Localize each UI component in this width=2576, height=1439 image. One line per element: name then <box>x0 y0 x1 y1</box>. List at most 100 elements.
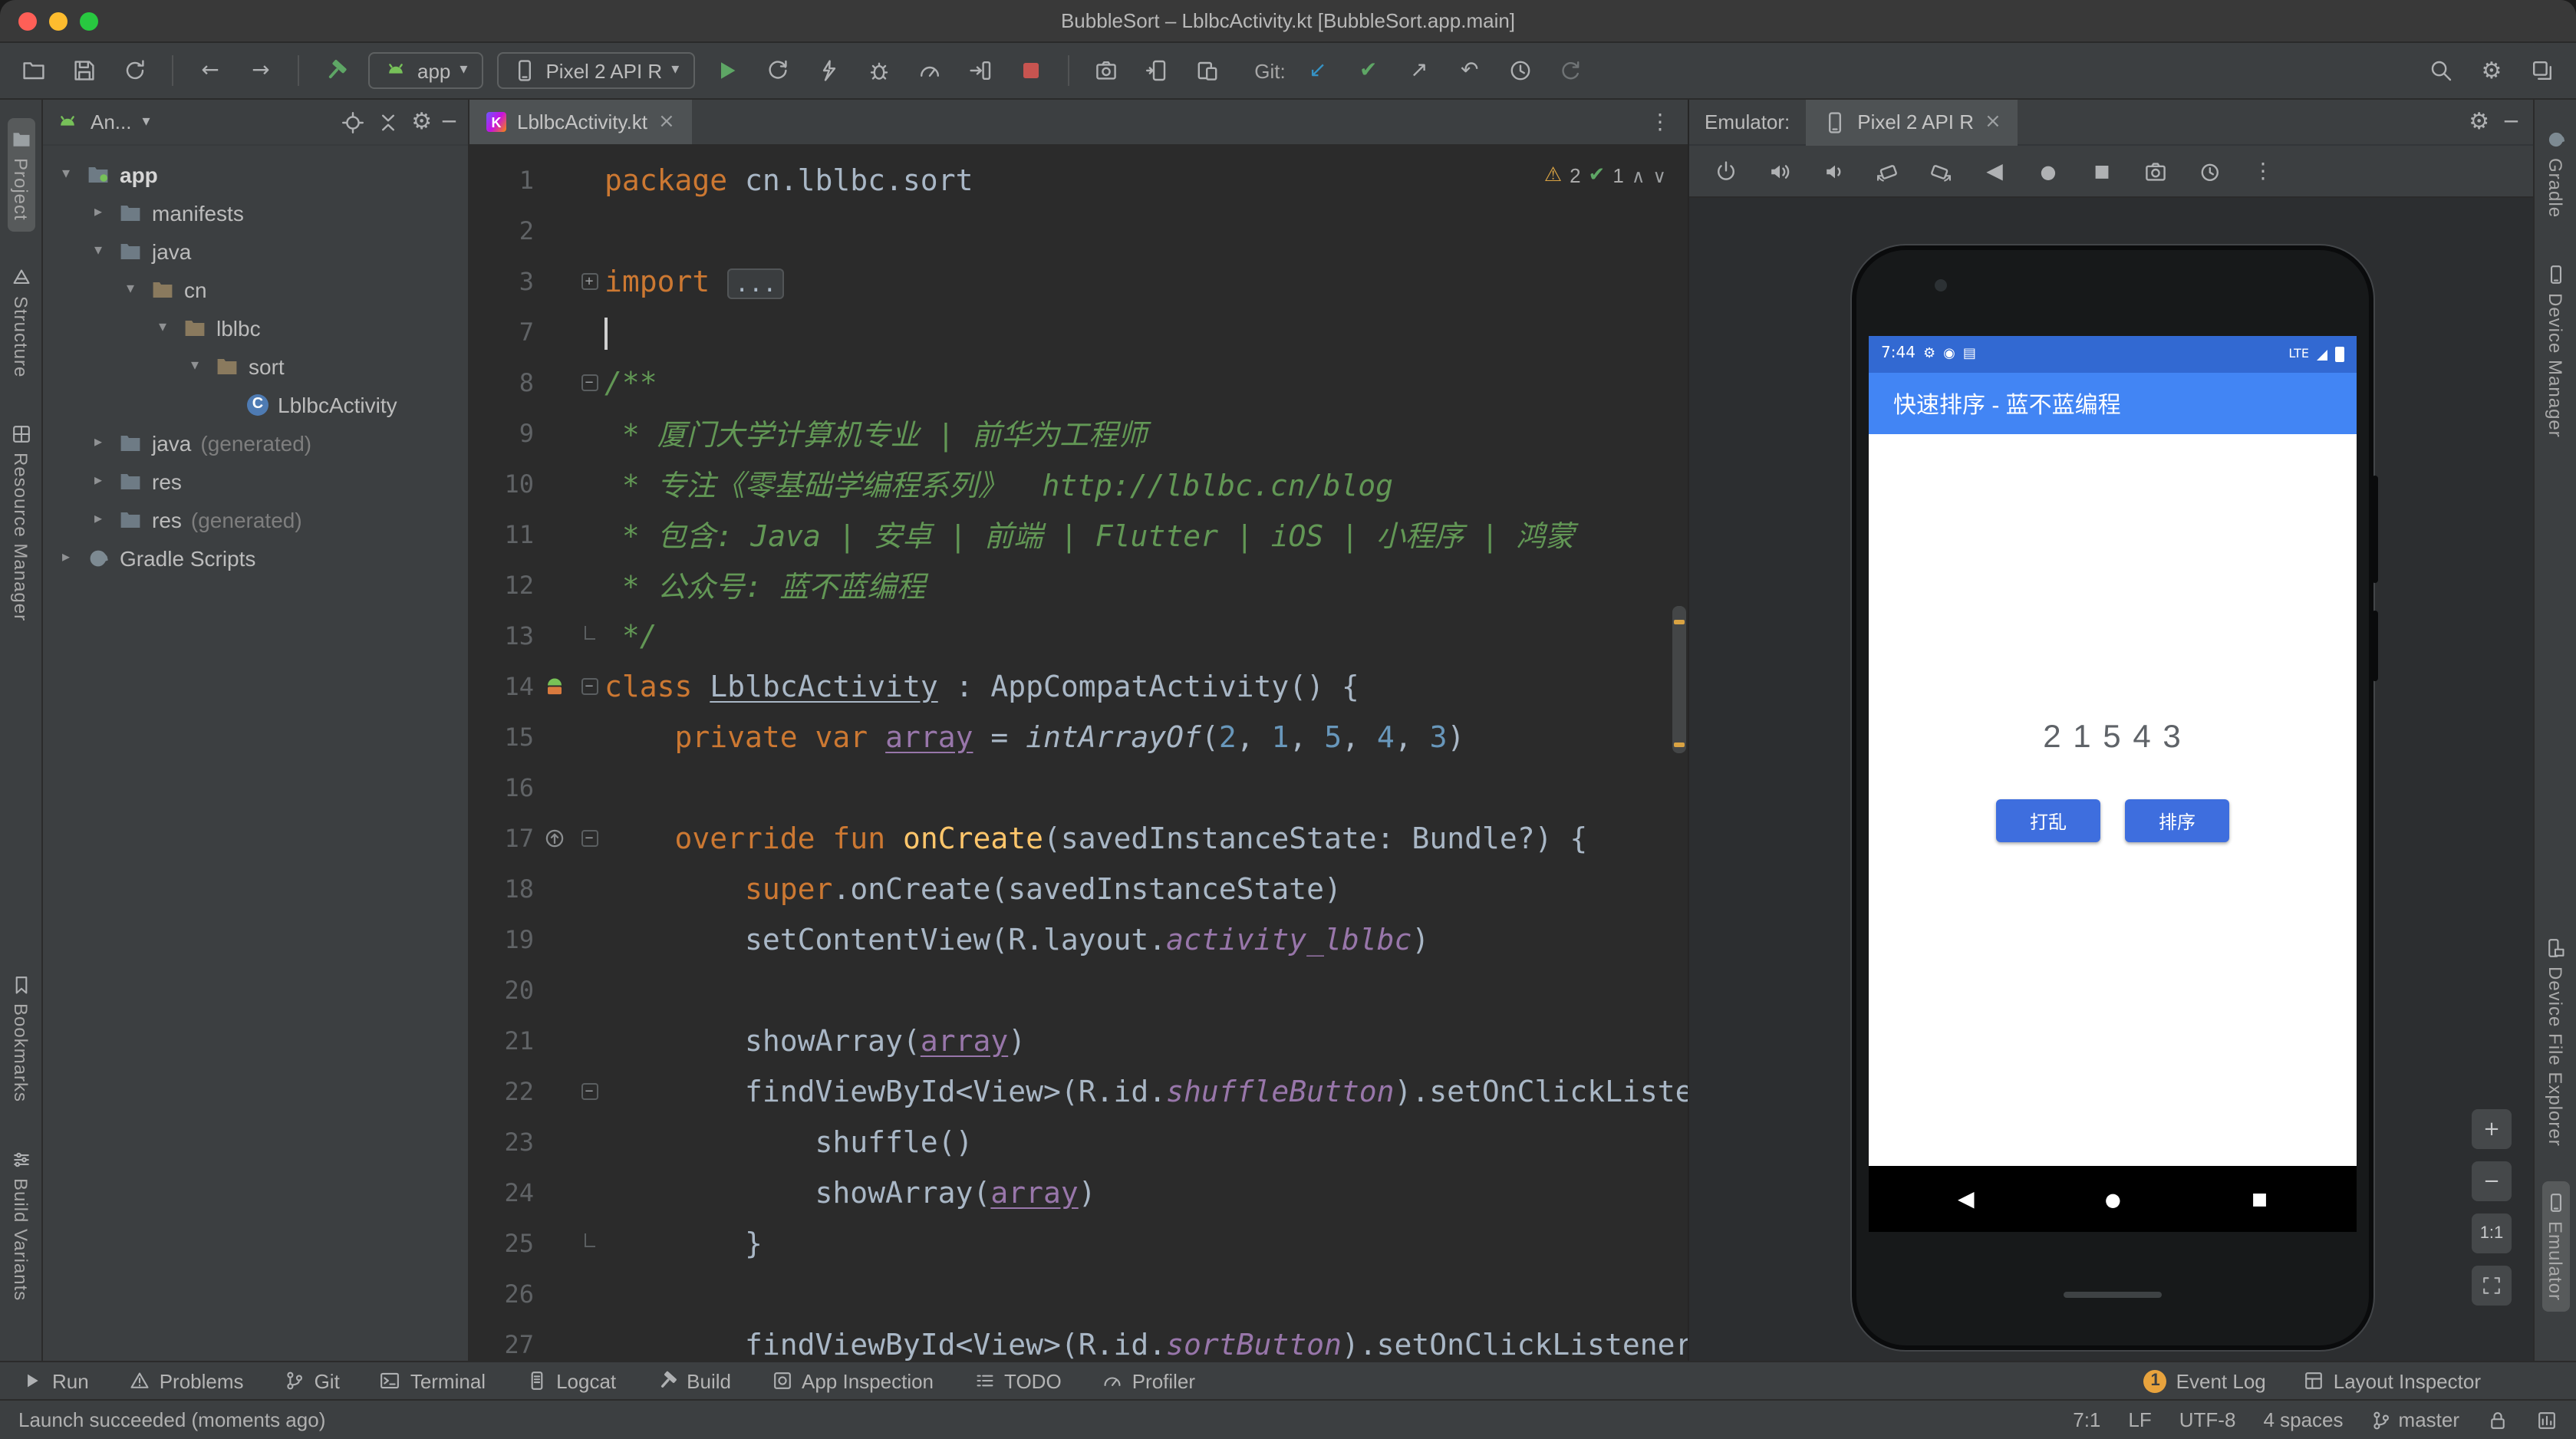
line-number[interactable]: 23 <box>469 1128 534 1157</box>
toolwindow-button-terminal[interactable]: Terminal <box>380 1369 486 1392</box>
nav-home-icon[interactable]: ● <box>2105 1190 2121 1208</box>
emulator-tab-pixel2[interactable]: Pixel 2 API R × <box>1805 100 2018 145</box>
code-line[interactable]: 22 − findViewById<View>(R.id.shuffleButto… <box>469 1066 1688 1117</box>
nav-overview-button[interactable]: ■ <box>2085 154 2119 188</box>
locate-file-icon[interactable] <box>341 110 365 134</box>
zoom-out-button[interactable]: − <box>2472 1161 2512 1201</box>
fold-collapse-icon[interactable]: − <box>581 678 598 695</box>
tree-item-cn[interactable]: ▾ cn <box>43 270 468 308</box>
gear-icon[interactable]: ⚙ <box>411 110 432 133</box>
code-line[interactable]: 1 package cn.lblbc.sort <box>469 155 1688 206</box>
git-commit-button[interactable]: ✔ <box>1350 52 1387 89</box>
chevron-down-icon[interactable]: ▾ <box>152 319 173 336</box>
line-number[interactable]: 12 <box>469 571 534 600</box>
power-button[interactable] <box>1709 154 1743 188</box>
tab-options-icon[interactable]: ⋮ <box>1649 111 1671 133</box>
line-number[interactable]: 15 <box>469 723 534 752</box>
line-number[interactable]: 22 <box>469 1077 534 1106</box>
git-branch-widget[interactable]: master <box>2371 1408 2459 1431</box>
fold-marker[interactable]: − <box>574 830 604 847</box>
line-number[interactable]: 13 <box>469 621 534 650</box>
collapse-all-icon[interactable] <box>376 110 400 134</box>
toolwindow-button-app-inspection[interactable]: App Inspection <box>771 1369 934 1392</box>
warning-stripe-mark[interactable] <box>1674 743 1685 747</box>
minimize-window-button[interactable] <box>49 12 68 31</box>
fold-marker[interactable]: − <box>574 1083 604 1100</box>
sync-button[interactable] <box>117 52 153 89</box>
apply-code-button[interactable] <box>809 52 846 89</box>
warning-stripe-mark[interactable] <box>1674 620 1685 624</box>
code-line[interactable]: 2 <box>469 206 1688 256</box>
tree-item-app[interactable]: ▾ app <box>43 155 468 193</box>
tree-item-java[interactable]: ▾ java <box>43 232 468 270</box>
code-line[interactable]: 27 findViewById<View>(R.id.sortButton).s… <box>469 1319 1688 1361</box>
fold-collapse-icon[interactable]: − <box>581 374 598 391</box>
code-line[interactable]: 26 <box>469 1269 1688 1319</box>
toolwindow-button-layout-inspector[interactable]: Layout Inspector <box>2303 1369 2481 1392</box>
fold-collapse-icon[interactable]: − <box>581 1083 598 1100</box>
code-line[interactable]: 8 −/** <box>469 357 1688 408</box>
tree-item-manifests[interactable]: ▸ manifests <box>43 193 468 232</box>
toolwindow-button-todo[interactable]: TODO <box>973 1369 1062 1392</box>
tool-stripe-gradle[interactable]: Gradle <box>2541 118 2569 229</box>
code-line[interactable]: 21 showArray(array) <box>469 1016 1688 1066</box>
fold-collapse-icon[interactable]: − <box>581 830 598 847</box>
fold-marker[interactable] <box>574 626 604 640</box>
tree-item-java-generated[interactable]: ▸ java (generated) <box>43 423 468 462</box>
rotate-right-button[interactable] <box>1924 154 1958 188</box>
code-line[interactable]: 23 shuffle() <box>469 1117 1688 1167</box>
line-number[interactable]: 16 <box>469 773 534 802</box>
chevron-right-icon[interactable]: ▸ <box>87 511 109 528</box>
line-number[interactable]: 24 <box>469 1178 534 1207</box>
tool-stripe-emulator[interactable]: Emulator <box>2541 1181 2569 1312</box>
tool-stripe-project[interactable]: Project <box>7 118 35 232</box>
running-devices-button[interactable] <box>1138 52 1174 89</box>
device-manager-button[interactable] <box>1188 52 1225 89</box>
profiler-button[interactable] <box>911 52 947 89</box>
hide-panel-icon[interactable]: ─ <box>443 111 456 133</box>
editor-scrollbar[interactable] <box>1672 606 1686 753</box>
volume-up-button[interactable] <box>1763 154 1797 188</box>
git-push-button[interactable]: ↗ <box>1401 52 1438 89</box>
git-revert-button[interactable]: ↶ <box>1451 52 1488 89</box>
settings-button[interactable]: ⚙ <box>2473 52 2510 89</box>
tree-item-gradle-scripts[interactable]: ▸ Gradle Scripts <box>43 538 468 577</box>
editor-tab-lblbcactivity[interactable]: K LblbcActivity.kt × <box>469 100 692 144</box>
chevron-down-icon[interactable]: ▾ <box>87 242 109 259</box>
code-line[interactable]: 13 */ <box>469 611 1688 661</box>
toolwindow-button-logcat[interactable]: Logcat <box>525 1369 616 1392</box>
shuffle-button[interactable]: 打乱 <box>1996 799 2100 842</box>
memory-indicator-icon[interactable] <box>2536 1409 2558 1431</box>
save-button[interactable] <box>66 52 103 89</box>
chevron-right-icon[interactable]: ▸ <box>87 434 109 451</box>
nav-back-icon[interactable]: ◀ <box>1958 1188 1975 1210</box>
tree-item-res-generated[interactable]: ▸ res (generated) <box>43 500 468 538</box>
nav-overview-icon[interactable]: ■ <box>2252 1190 2268 1207</box>
line-number[interactable]: 8 <box>469 368 534 397</box>
chevron-right-icon[interactable]: ▸ <box>87 204 109 221</box>
actual-size-button[interactable]: 1:1 <box>2472 1213 2512 1253</box>
chevron-right-icon[interactable]: ▸ <box>55 549 77 566</box>
toolwindow-button-event-log[interactable]: 1 Event Log <box>2143 1369 2266 1392</box>
more-button[interactable]: ⋮ <box>2246 154 2280 188</box>
fold-marker[interactable] <box>574 1233 604 1247</box>
sort-button[interactable]: 排序 <box>2125 799 2229 842</box>
code-line[interactable]: 14 − class LblbcActivity : AppCompatActivi… <box>469 661 1688 712</box>
line-separator-widget[interactable]: LF <box>2128 1408 2151 1431</box>
inspections-widget[interactable]: ⚠ 2 ✔ 1 ∧ ∨ <box>1544 164 1666 187</box>
project-view-selector[interactable]: An... <box>91 110 132 133</box>
line-number[interactable]: 25 <box>469 1229 534 1258</box>
tree-item-lblbc[interactable]: ▾ lblbc <box>43 308 468 347</box>
zoom-window-button[interactable] <box>80 12 98 31</box>
code-line[interactable]: 9 * 厦门大学计算机专业 | 前华为工程师 <box>469 408 1688 459</box>
chevron-right-icon[interactable]: ▸ <box>87 473 109 489</box>
search-button[interactable] <box>2423 52 2459 89</box>
apply-changes-button[interactable] <box>759 52 796 89</box>
device-selector[interactable]: Pixel 2 API R ▾ <box>496 52 695 89</box>
line-number[interactable]: 3 <box>469 267 534 296</box>
line-number[interactable]: 2 <box>469 216 534 245</box>
code-line[interactable]: 12 * 公众号: 蓝不蓝编程 <box>469 560 1688 611</box>
code-line[interactable]: 17 − override fun onCreate(savedInstanceS… <box>469 813 1688 864</box>
line-number[interactable]: 20 <box>469 976 534 1005</box>
indent-widget[interactable]: 4 spaces <box>2263 1408 2343 1431</box>
